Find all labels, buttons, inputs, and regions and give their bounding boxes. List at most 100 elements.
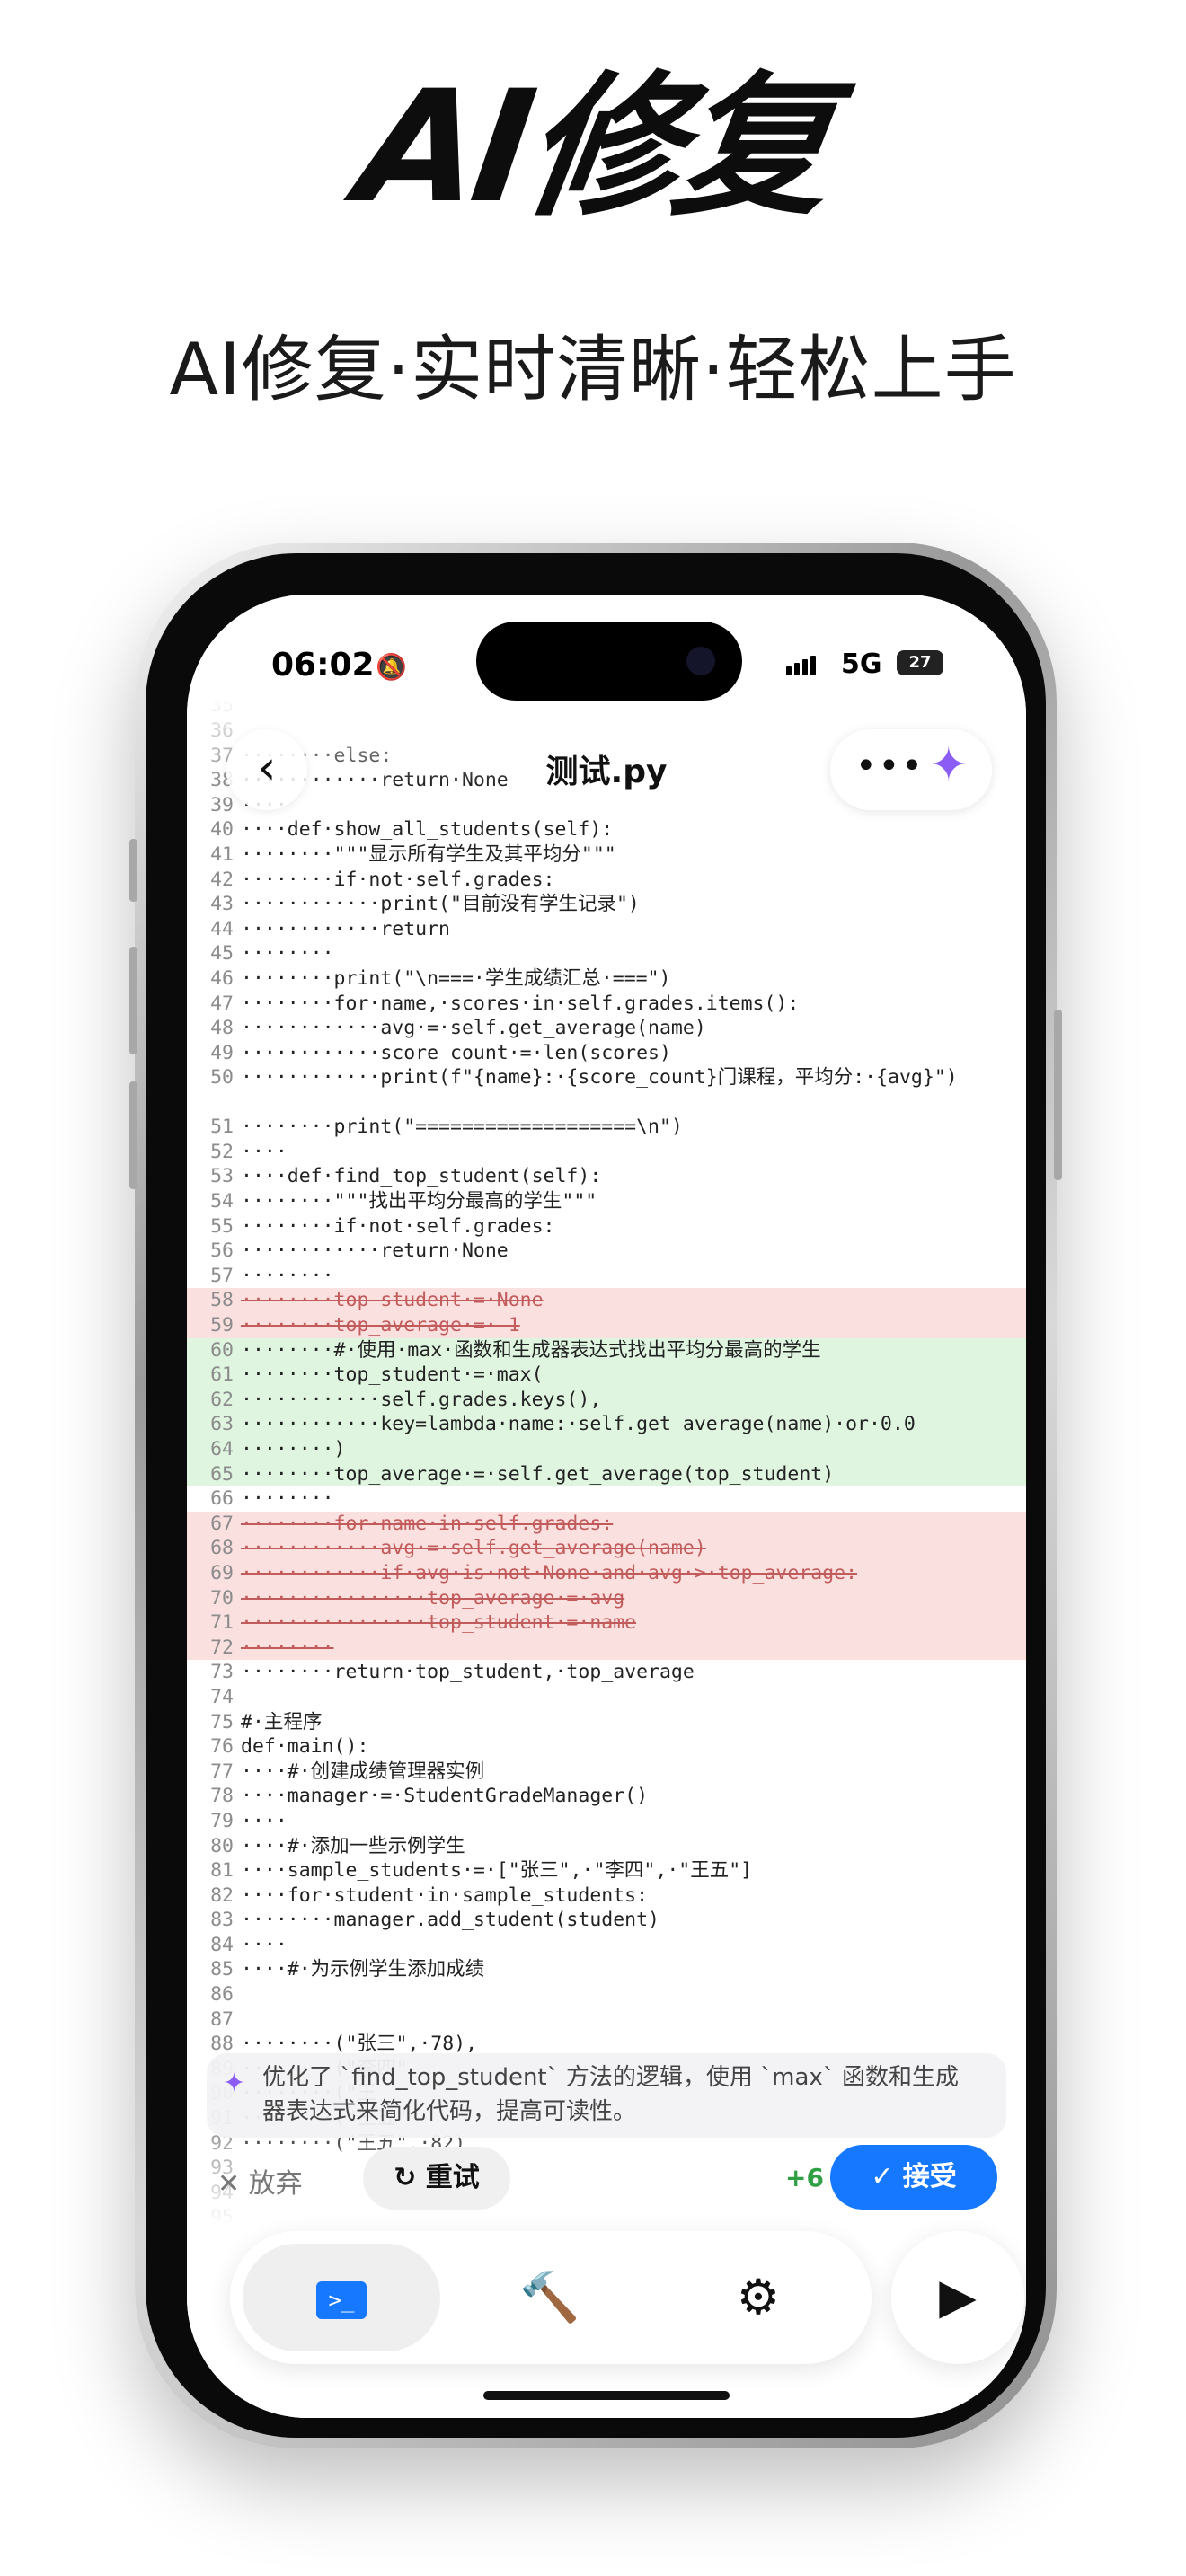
code-line[interactable]: 60 ········#·使用·max·函数和生成器表达式找出平均分最高的学生	[187, 1337, 1026, 1363]
code-text: ········)	[241, 1438, 346, 1460]
code-line[interactable]: 52 ····	[187, 1140, 1026, 1165]
code-text: ········"""显示所有学生及其平均分"""	[241, 842, 616, 866]
code-line[interactable]: 83 ········manager.add_student(student)	[187, 1908, 1026, 1933]
code-text: ············avg·=·self.get_average(name)	[241, 1017, 706, 1040]
phone-bezel: 31323334353637········else:38···········…	[146, 553, 1046, 2438]
code-line[interactable]: 64 ········)	[187, 1437, 1026, 1462]
retry-button[interactable]: ↻ 重试	[363, 2147, 510, 2210]
accept-button[interactable]: ✓ 接受	[830, 2145, 997, 2210]
line-number: 75	[210, 1710, 234, 1734]
code-line[interactable]: 45 ········	[187, 941, 1026, 966]
line-number: 45	[210, 942, 234, 966]
code-line[interactable]: 76 def·main():	[187, 1734, 1026, 1760]
code-line[interactable]: 56 ············return·None	[187, 1239, 1026, 1264]
tab-build[interactable]: 🔨	[451, 2244, 649, 2351]
code-line[interactable]: 84 ····	[187, 1933, 1026, 1958]
code-line[interactable]: 69 ············if·avg·is·not·None·and·avg…	[187, 1560, 1026, 1586]
status-time: 06:02	[271, 647, 375, 684]
line-number: 72	[210, 1636, 234, 1659]
code-text: ············return·None	[241, 1239, 509, 1263]
code-line[interactable]: 59 ········top_average·=·-1	[187, 1313, 1026, 1338]
code-text: ········top_average·=·-1	[241, 1314, 520, 1337]
bell-slash-icon: 🔕	[376, 652, 407, 682]
code-line[interactable]: 67 ········for·name·in·self.grades:	[187, 1511, 1026, 1537]
line-number: 69	[210, 1561, 234, 1584]
code-line[interactable]: 87	[187, 2007, 1026, 2033]
code-line[interactable]: 85 ····#·为示例学生添加成绩	[187, 1957, 1026, 1982]
line-number: 42	[210, 868, 234, 891]
tab-terminal[interactable]: >_	[243, 2244, 440, 2351]
header-actions: ••• ✦	[830, 729, 992, 810]
code-line[interactable]: 77 ····#·创建成绩管理器实例	[187, 1760, 1026, 1785]
code-line[interactable]: 57 ········	[187, 1264, 1026, 1289]
line-number: 87	[210, 2007, 234, 2031]
line-number: 77	[210, 1760, 234, 1783]
code-line[interactable]: 73 ········return·top_student,·top_averag…	[187, 1660, 1026, 1685]
dynamic-island	[476, 622, 742, 701]
code-line[interactable]: 55 ········if·not·self.grades:	[187, 1214, 1026, 1239]
code-line[interactable]: 74	[187, 1685, 1026, 1710]
line-number: 65	[210, 1462, 234, 1486]
code-line[interactable]: 49 ············score_count·=·len(scores)	[187, 1041, 1026, 1066]
code-line[interactable]: 82 ····for·student·in·sample_students:	[187, 1883, 1026, 1909]
code-line[interactable]: 62 ············self.grades.keys(),	[187, 1387, 1026, 1413]
code-line[interactable]: 68 ············avg·=·self.get_average(nam…	[187, 1536, 1026, 1561]
code-line[interactable]: 61 ········top_student·=·max(	[187, 1363, 1026, 1388]
discard-button[interactable]: ✕ 放弃	[217, 2161, 303, 2201]
code-line[interactable]: 42 ········if·not·self.grades:	[187, 868, 1026, 893]
volume-up-button	[129, 947, 137, 1054]
code-line[interactable]: 81 ····sample_students·=·["张三",·"李四",·"王五…	[187, 1858, 1026, 1883]
code-editor[interactable]: 31323334353637········else:38···········…	[187, 595, 1026, 2280]
more-horizontal-icon[interactable]: •••	[855, 745, 925, 787]
code-text: ········for·name,·scores·in·self.grades.…	[241, 992, 800, 1015]
code-line[interactable]: 54 ········"""找出平均分最高的学生"""	[187, 1189, 1026, 1214]
code-text: ········print("===================\n")	[241, 1116, 683, 1139]
code-line[interactable]: 78 ····manager·=·StudentGradeManager()	[187, 1784, 1026, 1809]
sparkle-icon[interactable]: ✦	[929, 738, 969, 792]
code-line[interactable]: 51 ········print("===================\n")	[187, 1115, 1026, 1140]
code-line[interactable]: 50 ············print(f"{name}:·{score_cou…	[187, 1065, 1026, 1115]
line-number: 57	[210, 1264, 234, 1287]
code-line[interactable]: 47 ········for·name,·scores·in·self.grade…	[187, 992, 1026, 1017]
line-number: 58	[210, 1289, 234, 1312]
code-text: ········top_average·=·self.get_average(t…	[241, 1462, 835, 1486]
code-line[interactable]: 48 ············avg·=·self.get_average(nam…	[187, 1016, 1026, 1041]
code-line[interactable]: 63 ············key=lambda·name:·self.get_…	[187, 1412, 1026, 1437]
code-line[interactable]: 75 #·主程序	[187, 1710, 1026, 1735]
code-line[interactable]: 58 ········top_student·=·None	[187, 1288, 1026, 1314]
code-text: ········#·使用·max·函数和生成器表达式找出平均分最高的学生	[241, 1338, 821, 1362]
code-line[interactable]: 46 ········print("\n===·学生成绩汇总·===")	[187, 966, 1026, 992]
line-number: 55	[210, 1214, 234, 1238]
line-number: 50	[210, 1066, 234, 1090]
code-text: ········return·top_student,·top_average	[241, 1661, 695, 1684]
tab-settings[interactable]: ⚙	[659, 2244, 857, 2351]
line-number: 56	[210, 1239, 234, 1263]
code-text: ········	[241, 942, 334, 966]
code-text: ········print("\n===·学生成绩汇总·===")	[241, 966, 671, 990]
line-number: 47	[210, 992, 234, 1015]
code-line[interactable]: 79 ····	[187, 1809, 1026, 1834]
lines-added-count: +6	[785, 2163, 824, 2192]
code-line[interactable]: 41 ········"""显示所有学生及其平均分"""	[187, 842, 1026, 868]
code-line[interactable]: 86	[187, 1982, 1026, 2007]
line-number: 53	[210, 1165, 234, 1188]
sparkle-icon: ✦	[223, 2068, 246, 2099]
line-number: 81	[210, 1859, 234, 1883]
code-line[interactable]: 40 ····def·show_all_students(self):	[187, 817, 1026, 842]
line-number: 44	[210, 917, 234, 940]
line-number: 74	[210, 1685, 234, 1708]
code-line[interactable]: 71 ················top_student·=·name	[187, 1610, 1026, 1636]
code-line[interactable]: 70 ················top_average·=·avg	[187, 1585, 1026, 1611]
code-line[interactable]: 66 ········	[187, 1486, 1026, 1512]
run-button[interactable]: ▶	[891, 2231, 1024, 2364]
line-number: 63	[210, 1413, 234, 1436]
code-line[interactable]: 80 ····#·添加一些示例学生	[187, 1834, 1026, 1859]
code-line[interactable]: 65 ········top_average·=·self.get_average…	[187, 1461, 1026, 1487]
line-number: 83	[210, 1909, 234, 1932]
network-type: 5G	[841, 648, 882, 680]
code-line[interactable]: 43 ············print("目前没有学生记录")	[187, 892, 1026, 917]
code-line[interactable]: 44 ············return	[187, 917, 1026, 942]
code-line[interactable]: 72 ········	[187, 1635, 1026, 1661]
code-line[interactable]: 53 ····def·find_top_student(self):	[187, 1164, 1026, 1189]
home-indicator[interactable]	[483, 2391, 730, 2400]
